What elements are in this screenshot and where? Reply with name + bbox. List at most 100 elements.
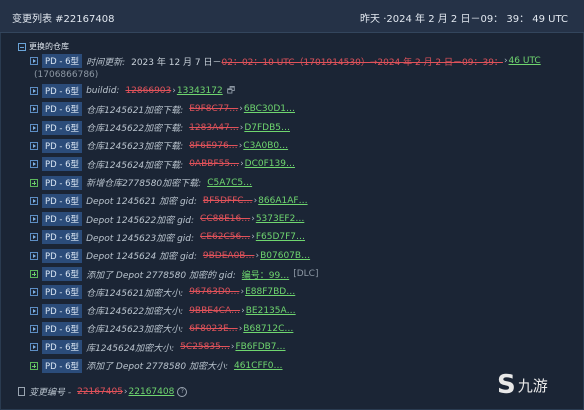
old-change-number[interactable]: 22167405: [77, 387, 123, 397]
collapse-icon[interactable]: [18, 42, 26, 51]
changelist-timestamp: 昨天 ·2024 年 2 月 2 日－09： 39： 49 UTC: [360, 14, 568, 25]
expand-icon[interactable]: [30, 306, 38, 315]
change-row: PD - 6型 buildid: 12866903 › 13343172 🗗: [30, 83, 235, 99]
change-label: 时间更新:: [86, 57, 126, 68]
branch-tag[interactable]: PD - 6型: [42, 84, 83, 98]
old-value[interactable]: 02：02：10 UTC（1701914530）→2024 年 2 月 2 日－…: [222, 55, 503, 68]
old-value[interactable]: 5C25835…: [180, 342, 230, 352]
old-value[interactable]: 9BBE4CA…: [189, 306, 240, 316]
change-row: PD - 6型 库1245624加密大小: 5C25835… › FB6FDB7…: [30, 339, 286, 355]
old-value[interactable]: CC88E16…: [200, 214, 250, 224]
change-label: Depot 1245624 加密 gid:: [86, 252, 197, 263]
change-row: PD - 6型 时间更新: 2023 年 12 月 7 日－ 02：02：10 UTC…: [30, 53, 541, 69]
new-value[interactable]: C3A0B0…: [243, 141, 288, 151]
new-value[interactable]: F65D7F7…: [256, 232, 305, 242]
new-value[interactable]: 461CFF0…: [234, 361, 283, 371]
new-value[interactable]: B07607B…: [260, 251, 310, 261]
old-value[interactable]: 0ABBF55…: [189, 159, 239, 169]
old-value[interactable]: E9F8C77…: [189, 104, 238, 114]
expand-icon[interactable]: [30, 160, 38, 169]
old-value[interactable]: 9BDEA0B…: [203, 251, 255, 261]
change-row: PD - 6型 添加了 Depot 2778580 加密的 gid: 编号：99… […: [30, 266, 318, 282]
expand-icon[interactable]: [30, 215, 38, 224]
branch-tag[interactable]: PD - 6型: [42, 193, 83, 208]
old-value[interactable]: 12866903: [125, 86, 171, 96]
arrow-icon: ›: [240, 287, 245, 298]
new-value[interactable]: FB6FDB7…: [235, 342, 285, 352]
new-value[interactable]: 编号：99…: [242, 268, 289, 281]
branch-tag[interactable]: PD - 6型: [42, 340, 83, 355]
new-value[interactable]: 6BC30D1…: [244, 104, 295, 114]
new-value[interactable]: DC0F139…: [245, 159, 295, 169]
expand-icon[interactable]: [30, 57, 38, 65]
new-value[interactable]: D7FDB5…: [244, 123, 290, 133]
arrow-icon: ›: [255, 250, 260, 261]
branch-tag[interactable]: PD - 6型: [42, 138, 83, 153]
new-value[interactable]: BE2135A…: [246, 306, 296, 316]
branch-tag[interactable]: PD - 6型: [42, 54, 83, 68]
old-value[interactable]: BF5DFFC…: [203, 196, 253, 206]
new-value[interactable]: E88F7BD…: [245, 287, 295, 297]
change-row: PD - 6型 仓库1245623加密大小: 6F8023E… › B68712C…: [30, 321, 293, 337]
changelist-footer: 变更编号 - 22167405 › 22167408 ?: [18, 385, 188, 398]
expand-icon[interactable]: [30, 141, 38, 150]
branch-tag[interactable]: PD - 6型: [42, 285, 83, 300]
new-value[interactable]: 13343172: [177, 86, 223, 96]
old-value[interactable]: CE62C56…: [200, 232, 250, 242]
unix-timestamp-text: (1706866786): [34, 70, 99, 80]
change-label: 仓库1245623加密大小:: [86, 325, 184, 336]
branch-tag[interactable]: PD - 6型: [42, 303, 83, 318]
arrow-icon: ›: [238, 140, 243, 151]
changelist-title: 变更列表 #22167408: [12, 14, 115, 25]
document-icon: [18, 387, 25, 396]
change-row: PD - 6型 仓库1245621加密大小: 96763D0… › E88F7BD…: [30, 284, 295, 300]
old-value[interactable]: 96763D0…: [189, 287, 239, 297]
new-value[interactable]: 866A1AF…: [258, 196, 307, 206]
arrow-icon: ›: [253, 195, 258, 206]
expand-icon[interactable]: [30, 343, 38, 352]
add-icon[interactable]: [30, 270, 38, 278]
branch-tag[interactable]: PD - 6型: [42, 157, 83, 172]
change-label: Depot 1245622加密 gid:: [86, 215, 195, 226]
expand-icon[interactable]: [30, 324, 38, 333]
add-icon[interactable]: [30, 361, 38, 370]
change-row: PD - 6型 仓库1245621加密下载: E9F8C77… › 6BC30D1…: [30, 101, 295, 117]
branch-tag[interactable]: PD - 6型: [42, 120, 83, 135]
section-header[interactable]: 更换的仓库: [18, 41, 69, 52]
arrow-icon: ›: [239, 104, 243, 115]
branch-tag[interactable]: PD - 6型: [42, 358, 83, 373]
new-value[interactable]: C5A7C5…: [207, 178, 252, 188]
old-date: 2023 年 12 月 7 日－: [131, 57, 222, 68]
change-label: 仓库1245623加密下载:: [86, 142, 184, 153]
change-label: 库1245624加密大小:: [86, 343, 175, 354]
change-label: 仓库1245621加密大小:: [86, 288, 184, 299]
expand-icon[interactable]: [30, 196, 38, 205]
branch-tag[interactable]: PD - 6型: [42, 248, 83, 263]
expand-icon[interactable]: [30, 123, 38, 132]
change-row: PD - 6型 Depot 1245623加密 gid: CE62C56… › F65D…: [30, 229, 305, 245]
new-value[interactable]: 46 UTC: [509, 56, 541, 66]
arrow-icon: ›: [172, 86, 176, 96]
branch-tag[interactable]: PD - 6型: [42, 102, 83, 117]
branch-tag[interactable]: PD - 6型: [42, 175, 83, 190]
branch-tag[interactable]: PD - 6型: [42, 321, 83, 336]
expand-icon[interactable]: [30, 105, 38, 114]
old-value[interactable]: 6F8023E…: [189, 324, 238, 334]
help-icon[interactable]: ?: [177, 386, 188, 397]
logo-mark: S: [497, 370, 516, 400]
expand-icon[interactable]: [30, 288, 38, 297]
branch-tag[interactable]: PD - 6型: [42, 230, 83, 245]
expand-icon[interactable]: [30, 251, 38, 260]
branch-tag[interactable]: PD - 6型: [42, 212, 83, 227]
new-value[interactable]: 5373EF2…: [256, 214, 305, 224]
new-change-number[interactable]: 22167408: [129, 387, 175, 397]
old-value[interactable]: 8F6E976…: [189, 141, 238, 151]
branch-tag[interactable]: PD - 6型: [42, 267, 83, 281]
new-value[interactable]: B68712C…: [243, 324, 293, 334]
old-value[interactable]: 1283A47…: [189, 123, 239, 133]
add-icon[interactable]: [30, 178, 38, 187]
expand-icon[interactable]: [30, 87, 38, 95]
change-row: PD - 6型 仓库1245623加密下载: 8F6E976… › C3A0B0…: [30, 138, 288, 154]
change-label: 添加了 Depot 2778580 加密的 gid:: [86, 270, 236, 281]
expand-icon[interactable]: [30, 233, 38, 242]
